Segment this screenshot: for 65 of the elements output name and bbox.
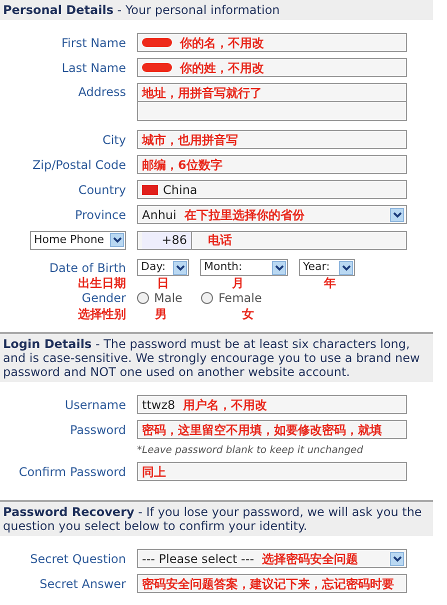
field-value: ttwz8 bbox=[142, 396, 176, 414]
date-dropdown[interactable]: Year: bbox=[299, 259, 355, 276]
date-dropdown[interactable]: Day: bbox=[137, 259, 189, 276]
text-field[interactable]: 你的名，不用改 bbox=[137, 33, 407, 52]
annotation-text: 月 bbox=[232, 277, 244, 289]
date-dropdown[interactable]: Month: bbox=[200, 259, 288, 276]
text-field[interactable]: ttwz8 用户名，不用改 bbox=[137, 395, 407, 414]
phone-type-dropdown[interactable]: Home Phone bbox=[30, 230, 126, 250]
dropdown-value: --- Please select --- bbox=[142, 550, 254, 568]
annotation-text: 选择性别 bbox=[78, 308, 126, 320]
radio-option[interactable]: Male bbox=[137, 289, 182, 307]
country-field[interactable]: China bbox=[137, 180, 407, 199]
dropdown-value: Anhui bbox=[142, 206, 176, 224]
annotation-text: 日 bbox=[157, 277, 169, 289]
annotation-text: 密码安全问题答案，建议记下来，忘记密码时要 bbox=[142, 578, 394, 590]
annotation-text: 地址，用拼音写就行了 bbox=[142, 86, 262, 98]
field-label: Country bbox=[78, 182, 126, 198]
text-field[interactable]: 密码，这里留空不用填，如要修改密码，就填 bbox=[137, 420, 407, 439]
field-label: Address bbox=[78, 84, 126, 101]
annotation-text: 选择密码安全问题 bbox=[262, 552, 360, 564]
field-label: Confirm Password bbox=[18, 464, 126, 480]
field-label: Secret Answer bbox=[40, 576, 126, 592]
hint-text: *Leave password blank to keep it unchanged bbox=[137, 444, 364, 458]
radio-button[interactable] bbox=[137, 292, 149, 304]
text-field[interactable]: 地址，用拼音写就行了 bbox=[137, 83, 407, 102]
annotation-text: 同上 bbox=[142, 466, 166, 478]
radio-button[interactable] bbox=[201, 292, 214, 304]
radio-option[interactable]: Female bbox=[201, 289, 262, 307]
text-field[interactable]: 你的姓，不用改 bbox=[137, 58, 407, 77]
country-code: +86 bbox=[142, 232, 192, 248]
annotation-text: 你的姓，不用改 bbox=[180, 62, 264, 74]
annotation-text: 在下拉里选择你的省份 bbox=[184, 208, 306, 220]
field-label: First Name bbox=[62, 34, 126, 52]
annotation-text: 你的名，不用改 bbox=[180, 36, 264, 48]
field-label: Zip/Postal Code bbox=[32, 156, 126, 174]
text-field[interactable] bbox=[137, 102, 407, 121]
annotation-text: 用户名，不用改 bbox=[183, 398, 268, 410]
dropdown[interactable]: --- Please select --- 选择密码安全问题 bbox=[137, 549, 407, 568]
section-heading: Login Details - The password must be at least six characters long, and is case-sensitive. We strongly encourage you to use a brand new password and NOT one used on another website account. bbox=[3, 337, 421, 379]
field-label: Username bbox=[64, 396, 126, 414]
text-field[interactable]: 同上 bbox=[137, 462, 407, 481]
annotation-text: 年 bbox=[324, 277, 336, 289]
field-label: Last Name bbox=[62, 60, 126, 76]
field-label: Date of Birth bbox=[49, 260, 126, 276]
flag-icon bbox=[142, 184, 158, 194]
annotation-text: 邮编，6位数字 bbox=[142, 158, 222, 170]
annotation-text: 电话 bbox=[208, 234, 232, 246]
text-field[interactable]: 城市，也用拼音写 bbox=[137, 130, 407, 149]
section-heading: Password Recovery - If you lose your password, we will ask you the question you select below to confirm your identity. bbox=[3, 505, 423, 533]
field-label: Password bbox=[70, 422, 126, 438]
annotation-text: 男 bbox=[155, 308, 167, 320]
text-field[interactable]: 密码安全问题答案，建议记下来，忘记密码时要 bbox=[137, 574, 407, 593]
field-label: Secret Question bbox=[30, 550, 126, 568]
annotation-text: 出生日期 bbox=[78, 277, 126, 289]
field-label: Gender bbox=[82, 290, 126, 307]
section-heading: Personal Details - Your personal information bbox=[3, 3, 281, 17]
annotation-text: 女 bbox=[242, 308, 254, 320]
field-value: China bbox=[163, 182, 198, 198]
annotation-text: 城市，也用拼音写 bbox=[142, 134, 238, 146]
field-label: Province bbox=[74, 206, 126, 224]
annotation-text: 密码，这里留空不用填，如要修改密码，就填 bbox=[142, 424, 382, 436]
phone-field[interactable]: +86 电话 bbox=[137, 230, 407, 250]
dropdown[interactable]: Anhui 在下拉里选择你的省份 bbox=[137, 205, 407, 224]
field-label: City bbox=[102, 132, 126, 148]
text-field[interactable]: 邮编，6位数字 bbox=[137, 155, 407, 174]
